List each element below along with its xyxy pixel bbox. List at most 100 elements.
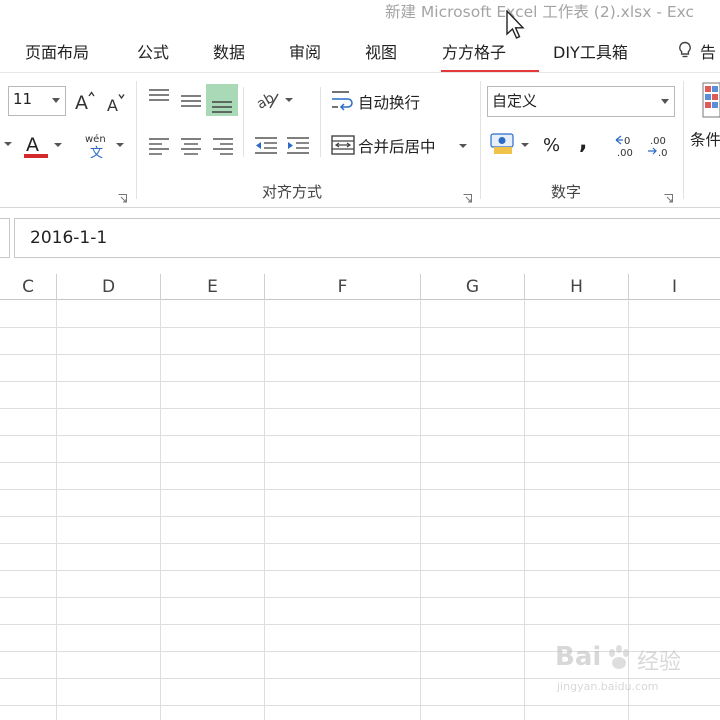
grid-line (0, 354, 720, 355)
column-header-c[interactable]: C (0, 274, 56, 300)
svg-text:wén: wén (85, 133, 106, 145)
grid-line (0, 705, 720, 706)
formula-bar-row: 2016-1-1 (0, 218, 720, 260)
grid-line (0, 327, 720, 328)
font-size-select[interactable]: 11 (8, 86, 66, 116)
column-divider[interactable] (160, 274, 161, 300)
decrease-decimal-icon[interactable]: .00.0 (647, 133, 673, 159)
comma-style-button[interactable]: , (579, 130, 587, 155)
window-title: 新建 Microsoft Excel 工作表 (2).xlsx - Exc (385, 3, 695, 21)
grid-line (0, 597, 720, 598)
svg-text:文: 文 (90, 146, 103, 160)
name-box[interactable] (0, 218, 10, 258)
grid-line (0, 489, 720, 490)
merge-center-label[interactable]: 合并后居中 (358, 135, 436, 157)
top-align-icon[interactable] (148, 88, 170, 106)
decrease-indent-icon[interactable] (254, 136, 278, 156)
number-group-label: 数字 (551, 183, 582, 201)
number-format-select[interactable]: 自定义 (487, 86, 675, 117)
grid-line (0, 435, 720, 436)
grid-line (0, 516, 720, 517)
conditional-formatting-label[interactable]: 条件 (690, 128, 720, 150)
column-header-i[interactable]: I (629, 274, 720, 300)
ribbon-tabs: 页面布局 公式 数据 审阅 视图 方方格子 DIY工具箱 告 (0, 26, 720, 70)
tab-page-layout[interactable]: 页面布局 (25, 39, 89, 63)
inner-separator (243, 87, 244, 157)
conditional-formatting-icon[interactable] (702, 82, 720, 118)
column-header-e[interactable]: E (161, 274, 264, 300)
column-header-g[interactable]: G (421, 274, 524, 300)
paw-icon (609, 645, 629, 669)
watermark-url: jingyan.baidu.com (557, 680, 659, 693)
tab-formulas[interactable]: 公式 (137, 39, 169, 63)
tab-diy-toolbox[interactable]: DIY工具箱 (553, 39, 628, 63)
column-header-d[interactable]: D (57, 274, 160, 300)
number-dialog-launcher-icon[interactable] (664, 188, 673, 203)
grid-line (56, 300, 57, 720)
column-divider[interactable] (420, 274, 421, 300)
bottom-align-icon[interactable] (211, 94, 233, 114)
svg-text:.00: .00 (650, 136, 666, 147)
grid-line (0, 408, 720, 409)
svg-text:A: A (26, 134, 39, 156)
svg-text:0: 0 (624, 136, 630, 147)
increase-indent-icon[interactable] (286, 136, 310, 156)
group-separator (683, 81, 684, 199)
increase-decimal-icon[interactable]: 0.00 (614, 133, 640, 159)
grid-line (0, 543, 720, 544)
chevron-down-icon[interactable] (54, 141, 62, 149)
increase-font-size-icon[interactable]: A (74, 90, 96, 112)
watermark-brand: Bai (555, 642, 602, 672)
alignment-dialog-launcher-icon[interactable] (463, 188, 472, 203)
lightbulb-icon[interactable] (677, 41, 693, 59)
grid-line (0, 462, 720, 463)
chevron-down-icon[interactable] (459, 142, 467, 150)
svg-text:.00: .00 (617, 148, 633, 159)
column-divider[interactable] (264, 274, 265, 300)
align-center-icon[interactable] (180, 137, 202, 155)
title-bar: 新建 Microsoft Excel 工作表 (2).xlsx - Exc (0, 0, 720, 26)
font-color-icon[interactable]: A (24, 132, 50, 160)
tab-tell-me[interactable]: 告 (700, 39, 716, 63)
svg-text:A: A (107, 96, 118, 114)
merge-center-icon[interactable] (331, 134, 355, 156)
baidu-watermark: Bai 经验 jingyan.baidu.com (555, 642, 715, 702)
alignment-group-label: 对齐方式 (262, 183, 323, 201)
grid-line (0, 381, 720, 382)
accounting-format-icon[interactable] (489, 132, 529, 158)
formula-input[interactable]: 2016-1-1 (14, 218, 720, 258)
tab-data[interactable]: 数据 (213, 39, 245, 63)
font-size-value: 11 (13, 90, 33, 108)
formula-value: 2016-1-1 (30, 228, 108, 248)
align-left-icon[interactable] (148, 137, 170, 155)
column-divider[interactable] (56, 274, 57, 300)
align-right-icon[interactable] (212, 137, 234, 155)
group-separator (480, 81, 481, 199)
wrap-text-label[interactable]: 自动换行 (358, 91, 420, 113)
svg-text:A: A (75, 92, 88, 112)
orientation-icon[interactable]: ab (254, 88, 294, 112)
chevron-down-icon[interactable] (4, 140, 12, 148)
column-divider[interactable] (628, 274, 629, 300)
middle-align-icon[interactable] (180, 92, 202, 110)
percent-style-button[interactable]: % (543, 135, 560, 156)
chevron-down-icon[interactable] (116, 141, 124, 149)
phonetic-guide-icon[interactable]: wén 文 (84, 132, 112, 160)
number-format-value: 自定义 (492, 92, 538, 110)
chevron-down-icon (661, 99, 669, 104)
column-header-f[interactable]: F (265, 274, 420, 300)
wrap-text-icon[interactable] (331, 89, 355, 111)
grid-line (524, 300, 525, 720)
grid-line (160, 300, 161, 720)
font-dialog-launcher-icon[interactable] (118, 188, 127, 203)
grid-line (420, 300, 421, 720)
tab-view[interactable]: 视图 (365, 39, 397, 63)
tab-fangfanggezi[interactable]: 方方格子 (442, 39, 506, 63)
inner-separator (320, 87, 321, 157)
decrease-font-size-icon[interactable]: A (106, 92, 128, 114)
tab-review[interactable]: 审阅 (289, 39, 321, 63)
chevron-down-icon (52, 98, 60, 103)
column-divider[interactable] (524, 274, 525, 300)
grid-line (0, 624, 720, 625)
column-header-h[interactable]: H (525, 274, 628, 300)
